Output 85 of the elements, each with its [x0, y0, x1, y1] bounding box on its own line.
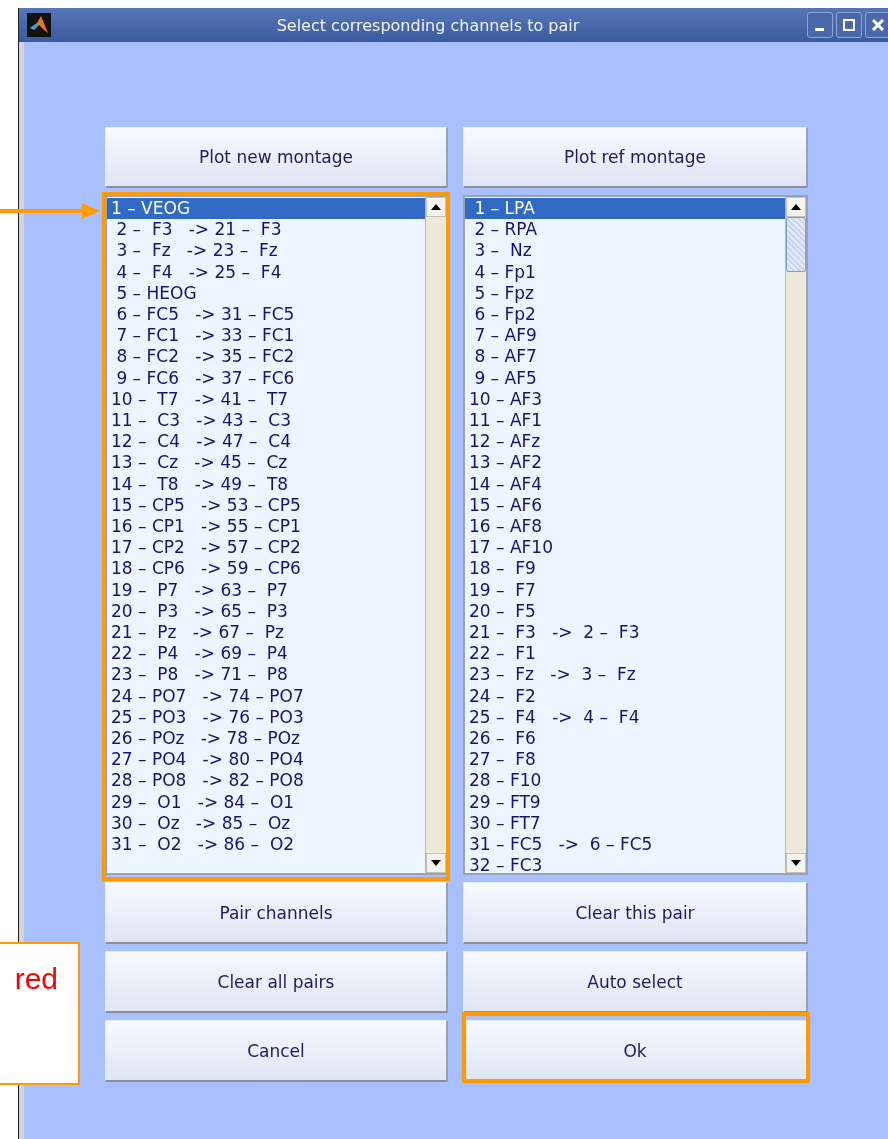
list-item[interactable]: 14 – AF4 [465, 473, 785, 495]
close-icon[interactable] [865, 12, 888, 38]
list-item[interactable]: 15 – AF6 [465, 494, 785, 517]
list-item[interactable]: 29 – FT9 [465, 791, 785, 813]
auto-select-button[interactable]: Auto select [463, 951, 808, 1013]
list-item[interactable]: 13 – Cz -> 45 – Cz [107, 452, 425, 474]
list-item[interactable]: 11 – C3 -> 43 – C3 [107, 410, 425, 432]
plot-montage-button[interactable]: Plot new montage [105, 127, 448, 188]
channel-list[interactable] [463, 195, 808, 875]
pair-button[interactable]: Pair channels [105, 882, 448, 944]
scroll-down-icon[interactable] [426, 853, 446, 873]
list-item[interactable]: 27 – PO4 -> 80 – PO4 [107, 749, 425, 771]
list-item[interactable]: 7 – FC1 -> 33 – FC1 [107, 325, 425, 347]
list-item[interactable]: 20 – F5 [465, 600, 785, 623]
list-item[interactable]: 32 – FC3 [465, 855, 785, 873]
minimize-icon[interactable] [807, 12, 833, 38]
scroll-up-icon[interactable] [426, 197, 446, 217]
plot-montage-button[interactable]: Plot ref montage [463, 127, 808, 188]
list-item[interactable]: 10 – T7 -> 41 – T7 [107, 388, 425, 411]
list-item[interactable]: 26 – POz -> 78 – POz [107, 728, 425, 750]
list-item[interactable]: 17 – CP2 -> 57 – CP2 [107, 537, 425, 559]
list-item[interactable]: 24 – PO7 -> 74 – PO7 [107, 685, 425, 707]
list-item[interactable]: 12 – AFz [465, 431, 785, 453]
list-item[interactable]: 5 – HEOG [107, 282, 425, 304]
list-item[interactable]: 8 – AF7 [465, 346, 785, 368]
list-item[interactable]: 4 – F4 -> 25 – F4 [107, 261, 425, 283]
scroll-thumb[interactable] [786, 217, 806, 272]
cancel-button[interactable]: Cancel [105, 1020, 448, 1082]
maximize-icon[interactable] [836, 12, 862, 38]
list-item[interactable]: 23 – Fz -> 3 – Fz [465, 664, 785, 686]
list-item[interactable]: 22 – F1 [465, 643, 785, 665]
list-item[interactable]: 7 – AF9 [465, 325, 785, 347]
list-item[interactable]: 10 – AF3 [465, 388, 785, 411]
list-item[interactable]: 28 – PO8 -> 82 – PO8 [107, 770, 425, 792]
list-item[interactable]: 6 – Fp2 [465, 304, 785, 326]
list-item[interactable]: 5 – Fpz [465, 282, 785, 304]
list-item[interactable]: 23 – P8 -> 71 – P8 [107, 664, 425, 686]
window-title: Select corresponding channels to pair [275, 15, 581, 35]
list-item[interactable]: 22 – P4 -> 69 – P4 [107, 643, 425, 665]
list-item[interactable]: 9 – AF5 [465, 367, 785, 389]
list-item[interactable]: 3 – Nz [465, 240, 785, 262]
scrollbar[interactable] [785, 197, 806, 873]
list-item[interactable]: 1 – LPA [465, 198, 785, 220]
list-item[interactable]: 26 – F6 [465, 728, 785, 750]
list-item[interactable]: 13 – AF2 [465, 452, 785, 474]
app-icon [27, 13, 51, 37]
list-item[interactable]: 16 – CP1 -> 55 – CP1 [107, 516, 425, 538]
list-item[interactable]: 4 – Fp1 [465, 261, 785, 283]
list-item[interactable]: 12 – C4 -> 47 – C4 [107, 431, 425, 453]
list-item[interactable]: 29 – O1 -> 84 – O1 [107, 791, 425, 813]
list-item[interactable]: 21 – Pz -> 67 – Pz [107, 622, 425, 644]
list-item[interactable]: 15 – CP5 -> 53 – CP5 [107, 494, 425, 517]
list-item[interactable]: 16 – AF8 [465, 516, 785, 538]
list-item[interactable]: 14 – T8 -> 49 – T8 [107, 473, 425, 495]
list-item[interactable]: 8 – FC2 -> 35 – FC2 [107, 346, 425, 368]
list-item[interactable]: 31 – FC5 -> 6 – FC5 [465, 834, 785, 856]
list-item[interactable]: 3 – Fz -> 23 – Fz [107, 240, 425, 262]
list-item[interactable]: 2 – RPA [465, 219, 785, 241]
clear-button[interactable]: Clear all pairs [105, 951, 448, 1013]
list-item[interactable]: 6 – FC5 -> 31 – FC5 [107, 304, 425, 326]
scroll-down-icon[interactable] [786, 853, 806, 873]
list-item[interactable]: 30 – Oz -> 85 – Oz [107, 812, 425, 835]
list-item[interactable]: 27 – F8 [465, 749, 785, 771]
list-item[interactable]: 28 – F10 [465, 770, 785, 792]
list-item[interactable]: 2 – F3 -> 21 – F3 [107, 219, 425, 241]
list-item[interactable]: 25 – PO3 -> 76 – PO3 [107, 706, 425, 729]
list-item[interactable]: 25 – F4 -> 4 – F4 [465, 706, 785, 729]
callout-text: red [13, 962, 58, 996]
list-item[interactable]: 19 – F7 [465, 579, 785, 601]
list-item[interactable]: 1 – VEOG [107, 198, 425, 220]
list-item[interactable]: 19 – P7 -> 63 – P7 [107, 579, 425, 601]
list-item[interactable]: 9 – FC6 -> 37 – FC6 [107, 367, 425, 389]
list-item[interactable]: 24 – F2 [465, 685, 785, 707]
list-item[interactable]: 11 – AF1 [465, 410, 785, 432]
list-item[interactable]: 21 – F3 -> 2 – F3 [465, 622, 785, 644]
clear-button[interactable]: Clear this pair [463, 882, 808, 944]
list-item[interactable]: 18 – CP6 -> 59 – CP6 [107, 558, 425, 580]
ok-button[interactable]: Ok [463, 1020, 808, 1082]
list-item[interactable]: 20 – P3 -> 65 – P3 [107, 600, 425, 623]
scrollbar[interactable] [425, 197, 446, 873]
list-item[interactable]: 31 – O2 -> 86 – O2 [107, 834, 425, 856]
list-item[interactable]: 18 – F9 [465, 558, 785, 580]
list-item[interactable]: 30 – FT7 [465, 812, 785, 835]
list-item[interactable]: 17 – AF10 [465, 537, 785, 559]
scroll-up-icon[interactable] [786, 197, 806, 217]
